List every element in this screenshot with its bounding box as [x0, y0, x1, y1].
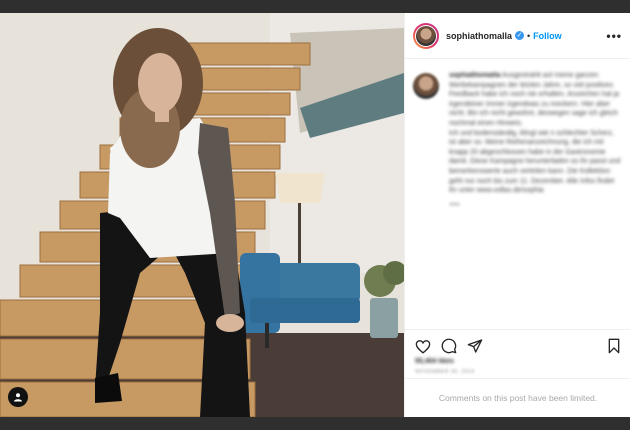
username-link[interactable]: sophiathomalla [446, 31, 512, 41]
more-options-icon[interactable]: ••• [606, 29, 622, 43]
post-date: NOVEMBER 30, 2019 [415, 369, 475, 375]
follow-button[interactable]: Follow [533, 31, 562, 41]
photo-illustration [0, 13, 404, 417]
caption-timestamp: 48w [449, 201, 461, 208]
caption-username[interactable]: sophiathomalla [449, 72, 500, 79]
verified-badge-icon: ✓ [515, 31, 525, 40]
comments-limited-notice: Comments on this post have been limited. [405, 378, 630, 417]
post-header: sophiathomalla ✓ • Follow ••• [405, 13, 630, 59]
caption-area: sophiathomalla Ausgestrahlt auf meine ga… [405, 59, 630, 329]
heart-icon[interactable] [415, 339, 431, 354]
window-top-bar [0, 0, 630, 13]
user-tag-button[interactable] [8, 387, 28, 407]
user-tag-icon [14, 393, 22, 402]
post-photo[interactable] [0, 13, 404, 417]
post-sidebar: sophiathomalla ✓ • Follow ••• sophiathom… [404, 13, 630, 417]
avatar[interactable] [413, 22, 439, 49]
action-icons-row [405, 330, 630, 354]
post-modal: sophiathomalla ✓ • Follow ••• sophiathom… [0, 13, 630, 417]
likes-count[interactable]: 55,404 likes [405, 354, 630, 365]
caption-text: sophiathomalla Ausgestrahlt auf meine ga… [449, 71, 622, 196]
window-bottom-bar [0, 417, 630, 430]
caption-avatar[interactable] [413, 73, 439, 99]
share-icon[interactable] [467, 338, 483, 354]
comment-icon[interactable] [441, 338, 457, 354]
caption-body: Ausgestrahlt auf meine ganzen Werbekampa… [449, 72, 621, 195]
separator-dot: • [527, 30, 531, 41]
avatar-image [416, 25, 436, 46]
bookmark-icon[interactable] [607, 338, 621, 354]
